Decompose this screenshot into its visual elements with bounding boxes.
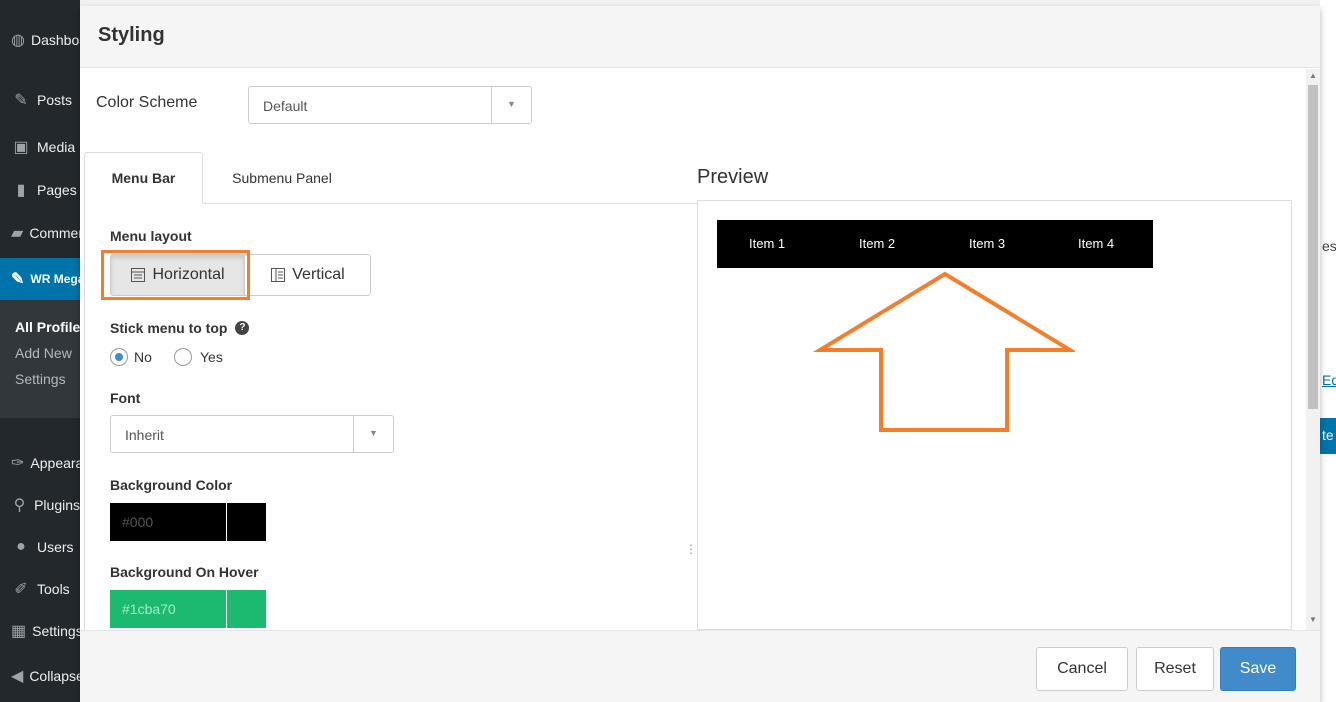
page-icon: ▮ [16,182,26,199]
sidebar-item-label: WR Mega Menu [30,272,80,286]
sidebar-item-plugins[interactable]: ⚲ Plugins [0,487,80,523]
scroll-up-icon[interactable]: ▲ [1309,71,1317,80]
sidebar-item-tools[interactable]: ✐ Tools [0,571,80,607]
preview-menu-bar: Item 1 Item 2 Item 3 Item 4 [717,220,1153,268]
sidebar-item-wr-mega-menu[interactable]: ✎ WR Mega Menu [0,258,80,300]
modal-title: Styling [98,24,165,46]
vertical-layout-icon [271,268,286,282]
sidebar-item-dashboard[interactable]: ◍ Dashboard [0,22,80,58]
preview-menu-item[interactable]: Item 1 [749,236,785,251]
sidebar-item-label: Appearance [30,455,80,471]
stick-menu-label-row: Stick menu to top ? [110,320,250,336]
dashboard-icon: ◍ [11,32,25,49]
comment-icon: ▰ [11,225,24,242]
sidebar-submenu: All Profiles Add New Settings [0,300,80,418]
help-icon[interactable]: ? [235,321,250,335]
vertical-layout-button[interactable]: Vertical [244,254,371,296]
background-color-input[interactable]: #000 [110,503,266,541]
sidebar-item-pages[interactable]: ▮ Pages [0,172,80,208]
wrench-icon: ✐ [14,581,28,598]
admin-sidebar: ◍ Dashboard ✎ Posts ▣ Media ▮ Pages ▰ Comment… [0,0,80,702]
up-arrow-annotation [812,271,1075,432]
plugin-icon: ⚲ [13,497,26,514]
sidebar-item-label: Collapse menu [29,668,80,684]
modal-header: Styling [80,6,1320,68]
sidebar-item-posts[interactable]: ✎ Posts [0,82,80,118]
modal-footer: Cancel Reset Save [80,630,1320,702]
pin-icon: ✎ [11,271,25,288]
preview-menu-item[interactable]: Item 2 [859,236,895,251]
stick-menu-yes-radio[interactable] [174,348,192,366]
sidebar-item-appearance[interactable]: ✑ Appearance [0,445,80,481]
select-divider [491,87,492,123]
styling-modal: Styling Color Scheme Default ▼ Menu Bar … [80,6,1320,702]
sidebar-item-collapse[interactable]: ◀ Collapse menu [0,658,80,694]
tab-menu-bar[interactable]: Menu Bar [84,152,203,204]
sidebar-item-label: Comments [29,225,80,241]
splitter-handle[interactable]: ⋮ [685,543,697,555]
reset-button[interactable]: Reset [1136,647,1214,691]
background-color-value: #000 [122,514,154,530]
chevron-down-icon: ▼ [369,428,378,438]
sidebar-item-label: Pages [37,182,77,198]
font-select[interactable]: Inherit ▼ [110,415,394,453]
background-button-label: te [1322,427,1334,443]
submenu-all-profiles[interactable]: All Profiles [0,314,80,340]
color-scheme-label: Color Scheme [96,94,198,111]
stick-menu-no-label: No [134,349,152,365]
scroll-thumb[interactable] [1308,85,1318,409]
sidebar-item-label: Settings [32,623,80,639]
brush-icon: ✑ [11,455,25,472]
select-divider [353,416,354,452]
background-button[interactable]: te [1320,418,1336,454]
background-hover-input[interactable]: #1cba70 [110,590,266,628]
sidebar-item-settings[interactable]: ▦ Settings [0,613,80,649]
highlight-box [101,250,250,300]
sidebar-item-users[interactable]: ● Users [0,529,80,565]
font-value: Inherit [125,427,164,443]
collapse-icon: ◀ [11,668,24,685]
color-scheme-value: Default [263,98,308,114]
settings-icon: ▦ [11,623,27,640]
sidebar-item-label: Tools [37,581,70,597]
tab-panel-border [84,203,85,630]
sidebar-item-label: Dashboard [30,32,80,48]
menu-layout-label: Menu layout [110,228,192,244]
background-page [1320,0,1336,702]
background-link[interactable]: Ed [1322,372,1336,388]
background-text: es [1322,238,1336,254]
sidebar-item-label: Media [37,139,76,155]
preview-menu-item[interactable]: Item 3 [969,236,1005,251]
tab-panel-border [203,203,698,204]
submenu-settings[interactable]: Settings [0,366,80,392]
preview-title: Preview [697,166,769,188]
font-label: Font [110,390,141,406]
background-color-swatch[interactable] [226,503,266,541]
user-icon: ● [16,538,26,555]
submenu-add-new[interactable]: Add New [0,340,80,366]
pin-icon: ✎ [14,92,28,109]
color-scheme-select[interactable]: Default ▼ [248,86,532,124]
media-icon: ▣ [13,139,29,156]
background-hover-label: Background On Hover [110,564,259,580]
stick-menu-label: Stick menu to top [110,320,228,336]
scroll-down-icon[interactable]: ▼ [1309,615,1317,624]
background-color-label: Background Color [110,477,233,493]
chevron-down-icon: ▼ [507,99,516,109]
tab-submenu-panel[interactable]: Submenu Panel [212,152,352,204]
preview-menu-item[interactable]: Item 4 [1078,236,1114,251]
sidebar-item-label: Users [37,539,74,555]
stick-menu-no-radio[interactable] [110,348,128,366]
cancel-button[interactable]: Cancel [1036,647,1128,691]
background-hover-swatch[interactable] [226,590,266,628]
sidebar-item-media[interactable]: ▣ Media [0,129,80,165]
stick-menu-yes-label: Yes [200,349,223,365]
background-hover-value: #1cba70 [122,601,176,617]
sidebar-item-label: Posts [37,92,73,108]
sidebar-item-comments[interactable]: ▰ Comments [0,215,80,251]
save-button[interactable]: Save [1220,647,1296,691]
vertical-layout-label: Vertical [292,266,345,283]
sidebar-item-label: Plugins [34,497,80,513]
modal-scrollbar[interactable]: ▲ ▼ [1306,69,1320,630]
